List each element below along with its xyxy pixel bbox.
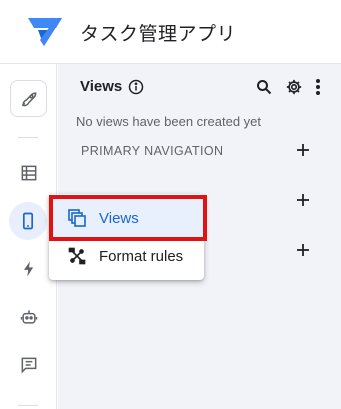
bolt-icon[interactable] <box>10 250 47 287</box>
rail-divider <box>18 405 38 406</box>
appsheet-logo-icon[interactable] <box>26 14 64 48</box>
app-section-menu: Views Format rules <box>49 194 204 280</box>
add-reference-view-icon[interactable] <box>294 241 312 259</box>
comment-icon[interactable] <box>10 346 47 383</box>
menu-item-label: Format rules <box>99 247 184 265</box>
add-menu-nav-icon[interactable] <box>294 191 312 209</box>
format-rules-icon <box>67 246 87 266</box>
app-title: タスク管理アプリ <box>80 24 237 45</box>
more-vert-icon[interactable] <box>308 77 328 97</box>
rail-divider <box>18 137 38 138</box>
menu-item-label: Views <box>99 209 139 227</box>
views-icon <box>67 208 87 228</box>
empty-views-message: No views have been created yet <box>76 114 261 129</box>
app-header: タスク管理アプリ <box>0 0 341 64</box>
gear-icon[interactable] <box>284 77 304 97</box>
info-icon[interactable] <box>128 79 144 95</box>
table-icon[interactable] <box>10 154 47 191</box>
app-window: タスク管理アプリ Views No views have been create… <box>0 0 341 409</box>
rocket-icon[interactable] <box>10 80 47 117</box>
menu-item-views[interactable]: Views <box>49 199 204 237</box>
robot-icon[interactable] <box>10 298 47 335</box>
phone-icon[interactable] <box>9 202 47 240</box>
menu-item-format-rules[interactable]: Format rules <box>49 237 204 275</box>
add-primary-nav-icon[interactable] <box>294 141 312 159</box>
search-icon[interactable] <box>254 77 274 97</box>
panel-title: Views <box>80 78 123 95</box>
primary-navigation-label: PRIMARY NAVIGATION <box>81 144 224 158</box>
